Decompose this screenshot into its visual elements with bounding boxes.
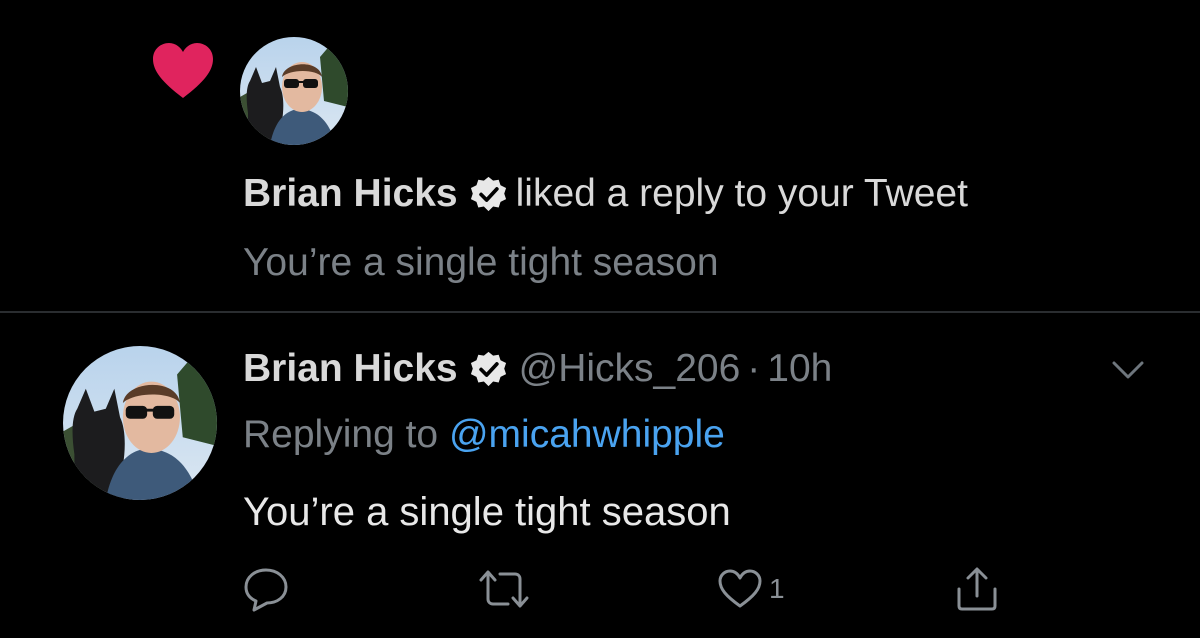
avatar[interactable] <box>240 37 348 145</box>
share-icon <box>957 567 997 611</box>
timestamp[interactable]: 10h <box>767 343 832 395</box>
verified-badge-icon <box>470 351 506 386</box>
user-name[interactable]: Brian Hicks <box>243 168 458 220</box>
reply-icon <box>244 568 288 612</box>
avatar[interactable] <box>63 346 217 500</box>
like-notification[interactable]: Brian Hicks liked a reply to your Tweet … <box>0 0 1200 311</box>
share-button[interactable] <box>954 563 1000 615</box>
user-handle[interactable]: @Hicks_206 <box>519 343 741 395</box>
verified-badge-icon <box>470 176 506 211</box>
reply-tweet[interactable]: Brian Hicks @Hicks_206 · 10h Replying to… <box>0 313 1200 638</box>
heart-icon <box>153 43 213 98</box>
tweet-actions: 1 <box>0 563 1200 615</box>
like-button[interactable]: 1 <box>717 563 785 615</box>
retweet-button[interactable] <box>476 563 532 615</box>
separator-dot: · <box>747 347 761 390</box>
retweet-icon <box>479 570 529 608</box>
tweet-header: Brian Hicks @Hicks_206 · 10h <box>243 343 832 395</box>
replying-to: Replying to @micahwhipple <box>243 409 725 461</box>
action-text: liked a reply to your Tweet <box>515 172 968 215</box>
chevron-down-icon[interactable] <box>1110 357 1146 383</box>
replying-prefix: Replying to <box>243 413 439 456</box>
notifications-page: Brian Hicks liked a reply to your Tweet … <box>0 0 1200 638</box>
reply-preview: You’re a single tight season <box>243 241 719 284</box>
like-icon <box>718 569 762 608</box>
user-name[interactable]: Brian Hicks <box>243 343 458 395</box>
tweet-text: You’re a single tight season <box>243 490 731 534</box>
like-count: 1 <box>769 573 785 604</box>
notification-text: Brian Hicks liked a reply to your Tweet <box>243 168 1183 220</box>
reply-button[interactable] <box>242 563 290 615</box>
mention-link[interactable]: @micahwhipple <box>449 413 725 456</box>
